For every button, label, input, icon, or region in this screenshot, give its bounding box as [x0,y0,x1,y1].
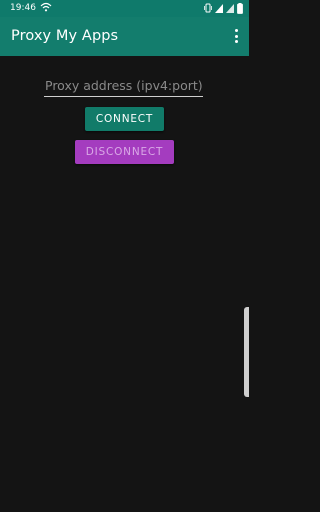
menu-dot [234,40,238,43]
signal-icon [226,3,234,13]
disconnect-button[interactable]: DISCONNECT [75,140,174,164]
battery-icon [237,2,243,14]
overflow-menu-icon[interactable] [232,28,240,44]
app-bar: Proxy My Apps [0,17,249,56]
edge-panel-handle[interactable] [244,307,249,397]
status-bar: 19:46 [0,0,249,17]
wifi-icon [40,2,52,12]
proxy-address-input[interactable] [44,76,203,97]
status-time: 19:46 [10,3,36,13]
app-title: Proxy My Apps [11,28,119,44]
signal-icon [215,3,223,13]
status-icons [204,2,243,14]
menu-dot [234,34,238,38]
menu-dot [234,29,238,32]
connect-button[interactable]: CONNECT [85,107,164,131]
vibrate-icon [204,3,212,13]
